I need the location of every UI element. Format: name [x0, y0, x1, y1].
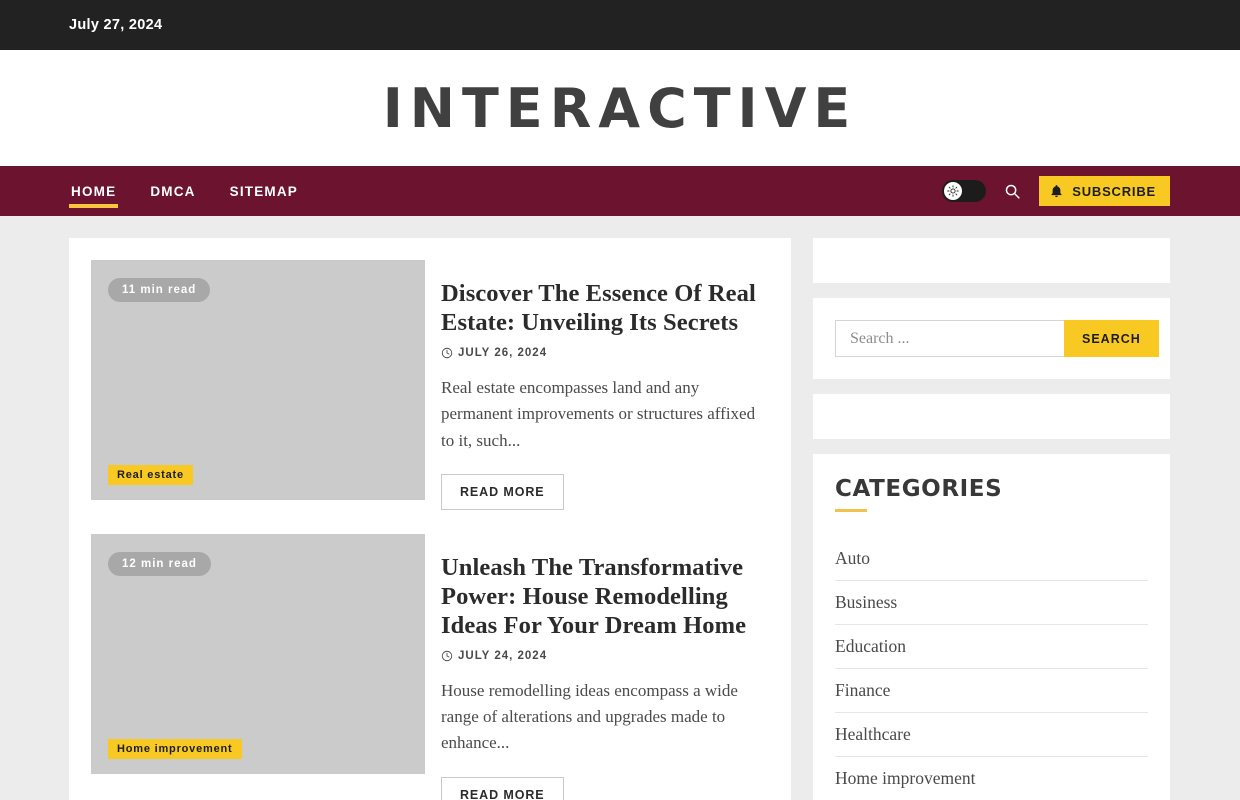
article-date: JULY 24, 2024: [458, 649, 548, 662]
category-link-healthcare[interactable]: Healthcare: [835, 713, 1148, 756]
nav-links: HOME DMCA SITEMAP: [69, 166, 300, 216]
categories-title: CATEGORIES: [835, 476, 1003, 502]
list-item: Finance: [835, 669, 1148, 713]
clock-icon: [441, 347, 453, 359]
nav-actions: SUBSCRIBE: [942, 176, 1170, 206]
list-item: Education: [835, 625, 1148, 669]
article-date: JULY 26, 2024: [458, 346, 548, 359]
article-title[interactable]: Unleash The Transformative Power: House …: [441, 554, 746, 639]
article-list: 11 min read Real estate Discover The Ess…: [69, 238, 791, 800]
read-more-button[interactable]: READ MORE: [441, 776, 564, 800]
sun-icon: [947, 185, 959, 197]
sidebar-widget-middle: [813, 394, 1170, 439]
nav-item-sitemap[interactable]: SITEMAP: [228, 166, 300, 216]
list-item: Auto: [835, 537, 1148, 581]
dark-mode-toggle[interactable]: [942, 180, 987, 202]
category-tag[interactable]: Home improvement: [108, 738, 242, 759]
category-link-auto[interactable]: Auto: [835, 537, 1148, 580]
article-content: Unleash The Transformative Power: House …: [441, 534, 769, 800]
category-link-home-improvement[interactable]: Home improvement: [835, 757, 1148, 800]
list-item: Business: [835, 581, 1148, 625]
bell-icon: [1051, 185, 1062, 198]
category-tag[interactable]: Real estate: [108, 465, 193, 485]
categories-widget: CATEGORIES Auto Business Education Finan…: [813, 454, 1170, 800]
search-submit-button[interactable]: SEARCH: [1064, 320, 1159, 357]
article-card: 12 min read Home improvement Unleash The…: [91, 533, 769, 800]
masthead: INTERACTIVE: [0, 50, 1240, 166]
search-form: SEARCH: [835, 320, 1159, 357]
article-thumbnail[interactable]: 12 min read Home improvement: [91, 533, 425, 774]
read-time-badge: 11 min read: [108, 278, 211, 302]
article-title[interactable]: Discover The Essence Of Real Estate: Unv…: [441, 280, 756, 336]
top-date-bar: July 27, 2024: [0, 0, 1240, 50]
sidebar: SEARCH CATEGORIES Auto Business Educatio…: [813, 238, 1170, 800]
search-input[interactable]: [835, 320, 1064, 357]
sidebar-widget-top: [813, 238, 1170, 283]
category-link-education[interactable]: Education: [835, 625, 1148, 668]
current-date: July 27, 2024: [69, 17, 163, 33]
article-content: Discover The Essence Of Real Estate: Unv…: [441, 260, 769, 510]
search-widget: SEARCH: [813, 298, 1170, 379]
category-link-business[interactable]: Business: [835, 581, 1148, 624]
title-underline: [835, 509, 867, 512]
nav-item-dmca[interactable]: DMCA: [148, 166, 197, 216]
search-icon[interactable]: [1004, 183, 1021, 200]
article-meta: JULY 24, 2024: [441, 650, 769, 662]
category-link-finance[interactable]: Finance: [835, 669, 1148, 712]
page-body: 11 min read Real estate Discover The Ess…: [0, 216, 1240, 800]
article-excerpt: House remodelling ideas encompass a wide…: [441, 680, 738, 753]
article-excerpt: Real estate encompasses land and any per…: [441, 377, 756, 450]
subscribe-button[interactable]: SUBSCRIBE: [1039, 176, 1170, 206]
site-title[interactable]: INTERACTIVE: [383, 77, 858, 140]
article-thumbnail[interactable]: 11 min read Real estate: [91, 260, 425, 500]
read-more-button[interactable]: READ MORE: [441, 473, 564, 510]
main-navigation: HOME DMCA SITEMAP SUBSCRIBE: [0, 166, 1240, 216]
clock-icon: [441, 650, 453, 661]
article-meta: JULY 26, 2024: [441, 347, 769, 359]
read-time-badge: 12 min read: [108, 551, 211, 576]
toggle-knob: [944, 182, 963, 200]
nav-item-home[interactable]: HOME: [69, 166, 119, 216]
list-item: Healthcare: [835, 713, 1148, 757]
article-card: 11 min read Real estate Discover The Ess…: [91, 260, 769, 510]
categories-list: Auto Business Education Finance Healthca…: [835, 537, 1148, 800]
subscribe-label: SUBSCRIBE: [1072, 183, 1156, 199]
list-item: Home improvement: [835, 757, 1148, 800]
